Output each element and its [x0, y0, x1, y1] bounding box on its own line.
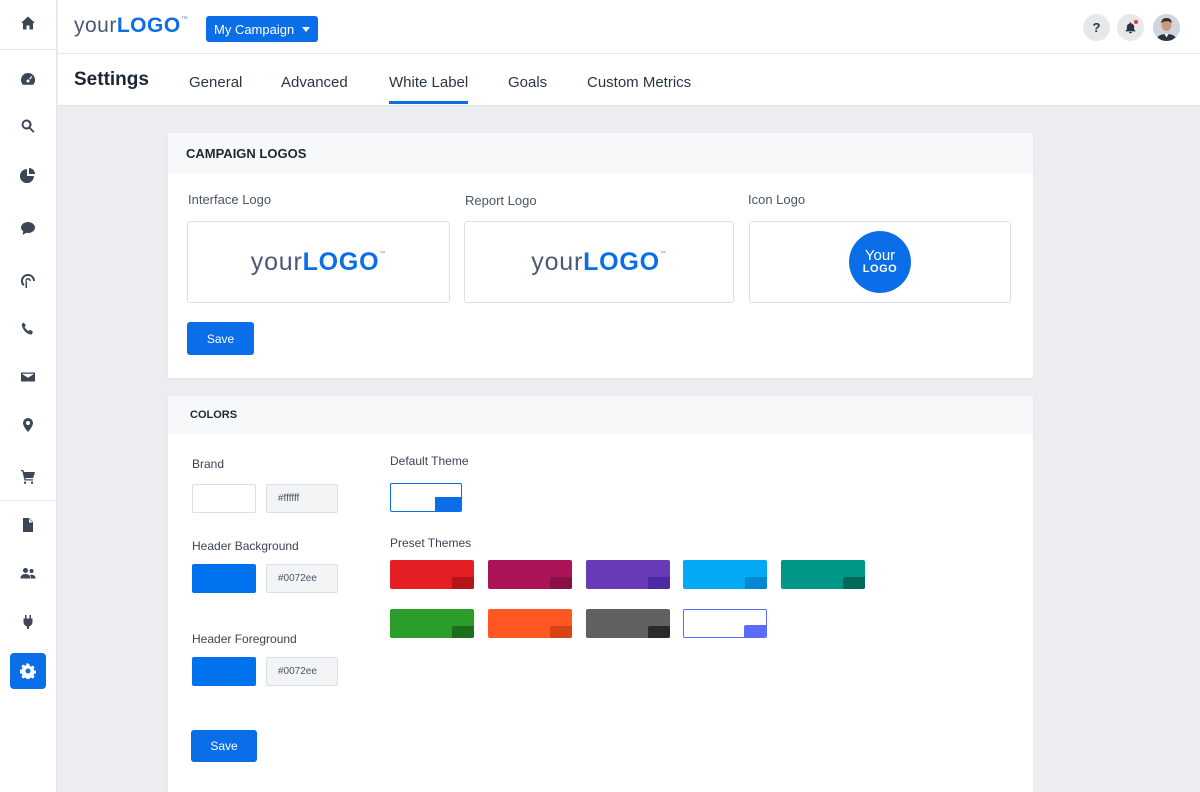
preset-theme-swatch[interactable]	[488, 560, 572, 589]
page-title: Settings	[74, 69, 149, 90]
report-logo-label: Report Logo	[465, 193, 537, 208]
plug-icon[interactable]	[10, 604, 46, 640]
dashboard-icon[interactable]	[10, 61, 46, 97]
default-theme-label: Default Theme	[390, 454, 469, 468]
preset-theme-swatch[interactable]	[781, 560, 865, 589]
notification-dot	[1134, 20, 1138, 24]
interface-logo-upload[interactable]: yourLOGO™	[187, 221, 450, 303]
cart-icon[interactable]	[10, 458, 46, 494]
search-icon[interactable]	[10, 108, 46, 144]
document-icon[interactable]	[10, 507, 46, 543]
icon-logo-upload[interactable]: Your LOGO	[749, 221, 1011, 303]
tab-white-label[interactable]: White Label	[389, 74, 469, 104]
preset-theme-swatch[interactable]	[586, 609, 670, 638]
interface-logo-image: yourLOGO™	[250, 247, 387, 276]
save-colors-button[interactable]: Save	[191, 730, 257, 762]
tab-custom-metrics[interactable]: Custom Metrics	[587, 74, 691, 91]
preset-theme-swatch[interactable]	[390, 560, 474, 589]
sidebar	[0, 0, 57, 792]
default-theme-swatch[interactable]	[390, 483, 462, 512]
phone-icon[interactable]	[10, 311, 46, 347]
avatar[interactable]	[1153, 14, 1180, 41]
preset-theme-swatch[interactable]	[683, 560, 767, 589]
header-background-swatch[interactable]	[192, 564, 256, 593]
header-background-hex-input[interactable]: #0072ee	[266, 564, 338, 593]
top-bar: yourLOGO™ My Campaign ?	[58, 0, 1200, 54]
brand-logo[interactable]: yourLOGO™	[74, 14, 188, 38]
header-foreground-label: Header Foreground	[192, 632, 297, 646]
tab-advanced[interactable]: Advanced	[281, 74, 348, 91]
gear-icon[interactable]	[10, 653, 46, 689]
icon-logo-label: Icon Logo	[748, 192, 806, 207]
preset-theme-swatch[interactable]	[683, 609, 767, 638]
preset-theme-swatch[interactable]	[488, 609, 572, 638]
header-background-label: Header Background	[192, 539, 299, 553]
chat-icon[interactable]	[10, 210, 46, 246]
signal-icon[interactable]	[10, 263, 46, 299]
campaign-selector[interactable]: My Campaign	[206, 16, 319, 42]
pie-chart-icon[interactable]	[10, 157, 46, 193]
preset-theme-swatch[interactable]	[390, 609, 474, 638]
colors-heading: COLORS	[168, 396, 1033, 434]
report-logo-image: yourLOGO™	[531, 247, 667, 276]
brand-color-swatch[interactable]	[192, 484, 256, 513]
interface-logo-label: Interface Logo	[188, 192, 272, 207]
campaign-label: My Campaign	[214, 21, 295, 37]
preset-themes-label: Preset Themes	[390, 536, 472, 550]
icon-logo-image: Your LOGO	[849, 231, 911, 293]
users-icon[interactable]	[10, 555, 46, 591]
colors-card: COLORS Brand #ffffff Header Background #…	[168, 396, 1033, 792]
header-foreground-swatch[interactable]	[192, 657, 256, 686]
home-icon[interactable]	[10, 5, 46, 41]
brand-hex-input[interactable]: #ffffff	[266, 484, 338, 513]
tab-goals[interactable]: Goals	[508, 74, 547, 91]
caret-down-icon	[302, 26, 311, 32]
save-logos-button[interactable]: Save	[187, 322, 254, 355]
help-button[interactable]: ?	[1083, 14, 1110, 41]
header-foreground-hex-input[interactable]: #0072ee	[266, 657, 338, 686]
brand-label: Brand	[192, 457, 225, 471]
mail-icon[interactable]	[10, 359, 46, 395]
report-logo-upload[interactable]: yourLOGO™	[464, 221, 734, 303]
notifications-button[interactable]	[1117, 14, 1144, 41]
campaign-logos-heading: CAMPAIGN LOGOS	[168, 133, 1033, 173]
tab-general[interactable]: General	[189, 74, 242, 91]
location-icon[interactable]	[10, 407, 46, 443]
settings-header: Settings General Advanced White Label Go…	[58, 54, 1200, 106]
preset-theme-swatch[interactable]	[586, 560, 670, 589]
campaign-logos-card: CAMPAIGN LOGOS Interface Logo yourLOGO™ …	[168, 133, 1033, 378]
